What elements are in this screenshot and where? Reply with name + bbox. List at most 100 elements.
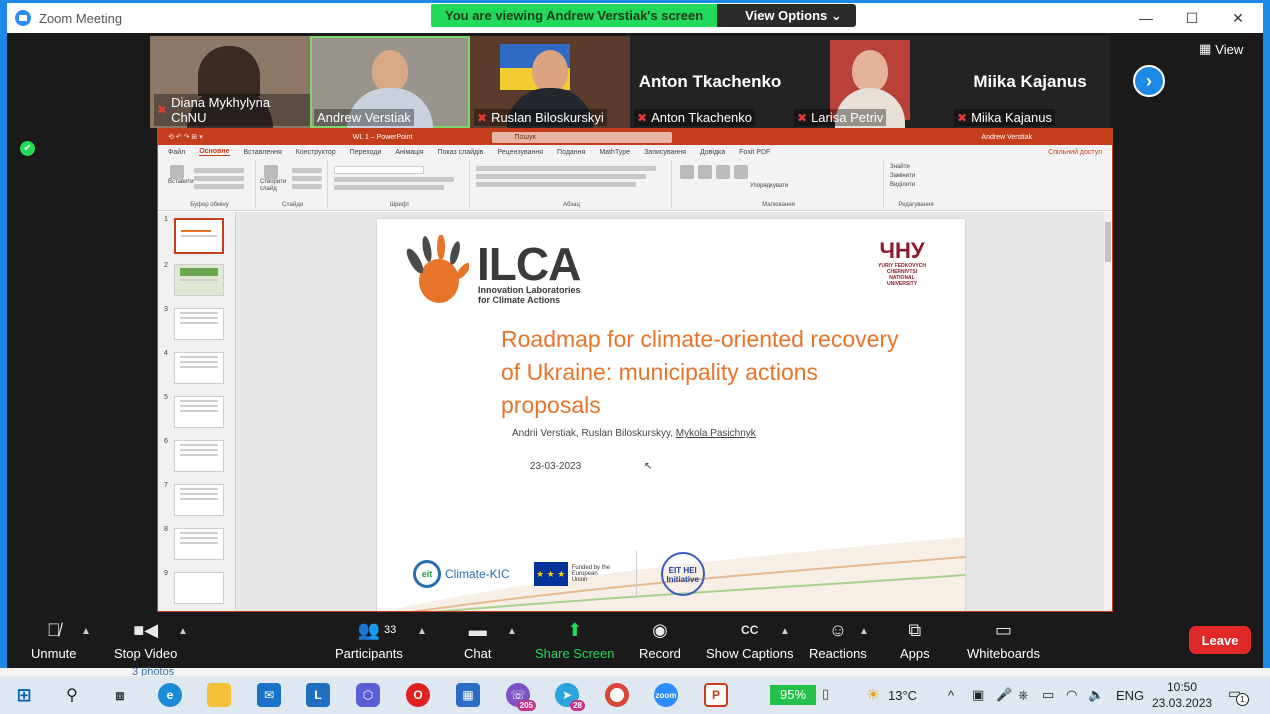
menu-slideshow[interactable]: Показ слайдів	[438, 149, 484, 156]
arrange-label[interactable]: Упорядкувати	[750, 183, 788, 189]
menu-view[interactable]: Подання	[557, 149, 585, 156]
menu-review[interactable]: Рецензування	[497, 149, 543, 156]
menu-record[interactable]: Записування	[644, 149, 686, 156]
current-slide[interactable]: ILCA Innovation Laboratories for Climate…	[377, 219, 965, 611]
notification-center-icon[interactable]: ▭ 1	[1228, 685, 1249, 706]
slide-thumb-8[interactable]	[174, 528, 224, 560]
share-screen-button[interactable]: ⬆ Share Screen	[535, 618, 615, 661]
whiteboards-button[interactable]: ▭ Whiteboards	[967, 618, 1040, 661]
new-slide-icon[interactable]	[264, 165, 278, 179]
menu-design[interactable]: Конструктор	[296, 149, 336, 156]
mic-muted-icon: ✖	[477, 110, 488, 125]
opera-browser-icon[interactable]: O	[406, 683, 430, 707]
quick-access-toolbar[interactable]: ⟲ ↶ ↷ ⊞ ▾	[168, 133, 203, 141]
windows-start-icon[interactable]: ⊞	[12, 683, 36, 707]
chat-chevron-icon[interactable]: ▲	[507, 626, 517, 637]
show-captions-button[interactable]: CC Show Captions	[706, 618, 793, 661]
view-options-button[interactable]: View Options ⌄	[717, 4, 856, 27]
ppt-vertical-scrollbar[interactable]	[1104, 212, 1112, 611]
view-button[interactable]: ▦ View	[1199, 41, 1243, 57]
zoom-app-icon[interactable]: zoom	[654, 683, 678, 707]
video-tile-anton[interactable]: Anton Tkachenko ✖ Anton Tkachenko	[630, 36, 790, 128]
reactions-button[interactable]: ☺ Reactions	[809, 618, 867, 661]
video-tile-ruslan[interactable]: ✖ Ruslan Biloskurskyi	[470, 36, 630, 128]
l-app-icon[interactable]: L	[306, 683, 330, 707]
slide-number: 9	[164, 570, 168, 577]
audio-options-chevron-icon[interactable]: ▲	[81, 626, 91, 637]
video-tile-andrew[interactable]: Andrew Verstiak	[310, 36, 470, 128]
battery-indicator[interactable]: 95%	[770, 685, 816, 705]
slide-thumb-5[interactable]	[174, 396, 224, 428]
group-label: Малювання	[762, 202, 795, 208]
find-button[interactable]: Знайти	[890, 163, 942, 172]
participants-chevron-icon[interactable]: ▲	[417, 626, 427, 637]
select-button[interactable]: Виділити	[890, 181, 942, 190]
microphone-tray-icon[interactable]: 🎤	[996, 676, 1012, 714]
weather-temperature[interactable]: 13°C	[888, 676, 917, 714]
menu-mathtype[interactable]: MathType	[599, 149, 630, 156]
encryption-shield-icon[interactable]: ✔	[20, 141, 35, 156]
task-view-icon[interactable]: ⧈	[108, 683, 132, 707]
video-tile-miika[interactable]: Miika Kajanus ✖ Miika Kajanus	[950, 36, 1110, 128]
next-page-arrow-icon[interactable]: ›	[1133, 65, 1165, 97]
slide-thumb-3[interactable]	[174, 308, 224, 340]
network-device-icon[interactable]: ⎈	[1018, 676, 1028, 714]
tile-big-name: Miika Kajanus	[973, 72, 1087, 91]
unmute-button[interactable]: 🎙̸ Unmute	[31, 618, 77, 661]
captions-chevron-icon[interactable]: ▲	[780, 626, 790, 637]
paste-icon[interactable]	[170, 165, 184, 179]
maximize-button[interactable]: ☐	[1169, 3, 1215, 33]
video-tile-diana[interactable]: ✖ Diana Mykhylyna ChNU	[150, 36, 310, 128]
minimize-button[interactable]: —	[1123, 3, 1169, 33]
mic-muted-icon: 🎙̸	[47, 620, 61, 640]
file-explorer-icon[interactable]	[207, 683, 231, 707]
edge-browser-icon[interactable]: e	[158, 683, 182, 707]
shared-screen[interactable]: ⟲ ↶ ↷ ⊞ ▾ WL 1 – PowerPoint Пошук Andrew…	[157, 128, 1113, 612]
search-icon[interactable]: ⚲	[60, 683, 84, 707]
weather-sun-icon[interactable]: ☀	[866, 685, 880, 705]
slide-thumb-7[interactable]	[174, 484, 224, 516]
powerpoint-app-icon[interactable]: P	[704, 683, 728, 707]
battery-charging-icon[interactable]: ▭	[1042, 676, 1054, 714]
menu-help[interactable]: Довідка	[700, 149, 725, 156]
language-indicator[interactable]: ENG	[1116, 676, 1144, 714]
video-options-chevron-icon[interactable]: ▲	[178, 626, 188, 637]
menu-animation[interactable]: Анімація	[395, 149, 423, 156]
menu-insert[interactable]: Вставлення	[244, 149, 282, 156]
teams-like-app-icon[interactable]: ⬡	[356, 683, 380, 707]
ppt-share-button[interactable]: Спільний доступ	[1048, 149, 1102, 156]
system-clock[interactable]: 10:50 23.03.2023	[1152, 679, 1212, 711]
slide-thumb-2[interactable]	[174, 264, 224, 296]
slide-thumb-4[interactable]	[174, 352, 224, 384]
show-hidden-icons-chevron-icon[interactable]: ^	[948, 676, 954, 714]
mail-icon[interactable]: ✉	[257, 683, 281, 707]
stop-video-button[interactable]: ■◀ Stop Video	[114, 618, 177, 661]
viber-icon[interactable]: ☏ 205	[506, 683, 536, 711]
tray-app-icon[interactable]: ▣	[972, 676, 984, 714]
new-slide-label[interactable]: Створити слайд	[260, 179, 290, 193]
replace-button[interactable]: Замінити	[890, 172, 942, 181]
slide-thumb-6[interactable]	[174, 440, 224, 472]
menu-foxit[interactable]: Foxit PDF	[739, 149, 770, 156]
telegram-icon[interactable]: ➤ 28	[555, 683, 585, 711]
wifi-icon[interactable]: ◠	[1066, 676, 1077, 714]
ppt-search-field[interactable]: Пошук	[492, 131, 673, 143]
menu-file[interactable]: Файл	[168, 149, 185, 156]
chat-button[interactable]: ▬ Chat	[464, 618, 491, 661]
apps-button[interactable]: ⧉ Apps	[900, 618, 930, 661]
close-button[interactable]: ✕	[1215, 3, 1261, 33]
microsoft-store-icon[interactable]: ▦	[456, 683, 480, 707]
video-camera-icon: ■◀	[133, 620, 159, 640]
volume-icon[interactable]: 🔈	[1088, 676, 1104, 714]
leave-button[interactable]: Leave	[1189, 626, 1251, 654]
video-tile-larisa[interactable]: ✖ Larisa Petriv	[790, 36, 950, 128]
chrome-browser-icon[interactable]	[605, 683, 629, 707]
record-button[interactable]: ◉ Record	[639, 618, 681, 661]
menu-home[interactable]: Основне	[199, 148, 230, 156]
paste-label[interactable]: Вставити	[168, 179, 194, 185]
slide-thumb-1[interactable]	[174, 218, 224, 254]
reactions-chevron-icon[interactable]: ▲	[859, 626, 869, 637]
slide-thumb-9[interactable]	[174, 572, 224, 604]
menu-transitions[interactable]: Переходи	[350, 149, 382, 156]
battery-tray-icon[interactable]: ▯	[822, 686, 829, 702]
